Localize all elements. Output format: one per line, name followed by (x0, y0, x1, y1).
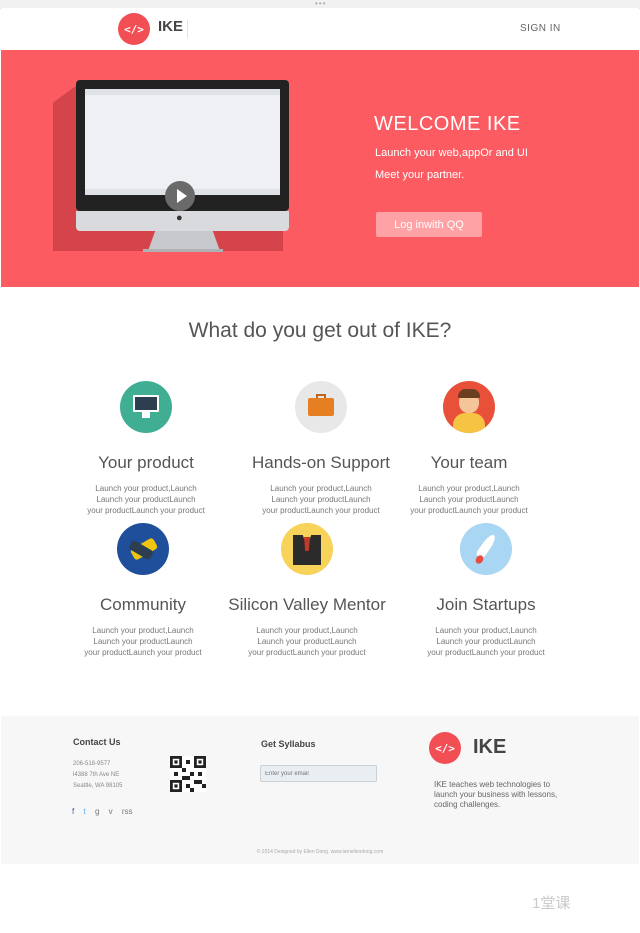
hero-subtitle-2: Meet your partner. (375, 169, 465, 181)
feature-description: Launch your product,Launch Launch your p… (87, 484, 205, 515)
sign-in-link[interactable]: SIGN IN (520, 23, 561, 34)
hero-subtitle-1: Launch your web,appOr and UI (375, 147, 528, 159)
feature-description: Launch your product,Launch Launch your p… (248, 626, 366, 657)
syllabus-heading: Get Syllabus (261, 739, 316, 749)
copyright: © 2014 Designed by Ellen Dong. www.iamel… (256, 849, 384, 855)
qr-code (170, 756, 206, 792)
contact-address-2: Seattle, WA 98105 (73, 783, 123, 789)
qq-login-button[interactable]: Log inwith QQ (376, 212, 482, 237)
briefcase-icon (295, 381, 347, 433)
feature-your-product: Your product Launch your product,Launch … (51, 381, 241, 516)
feature-title: Join Startups (436, 595, 536, 614)
footer-tagline: IKE teaches web technologies to launch y… (434, 780, 558, 809)
imac-chin: ● (76, 211, 289, 231)
contact-heading: Contact Us (73, 737, 121, 747)
feature-silicon-valley-mentor: Silicon Valley Mentor Launch your produc… (212, 523, 402, 658)
rss-icon[interactable]: rss (122, 807, 133, 816)
twitter-icon[interactable]: t (83, 807, 85, 816)
feature-join-startups: Join Startups Launch your product,Launch… (391, 523, 581, 658)
vimeo-icon[interactable]: v (109, 807, 113, 816)
imac-stand (148, 231, 220, 251)
feature-description: Launch your product,Launch Launch your p… (427, 626, 545, 657)
person-icon (443, 381, 495, 433)
feature-title: Your product (98, 453, 194, 472)
logo-icon[interactable]: </> (118, 13, 150, 45)
top-nav: </> IKE SIGN IN (1, 8, 639, 50)
feature-title: Community (100, 595, 186, 614)
footer: Contact Us 206-518-9577 l4388 7th Ave NE… (1, 716, 639, 864)
imac-display (85, 89, 280, 195)
features-heading: What do you get out of IKE? (188, 319, 452, 342)
email-field[interactable] (260, 765, 377, 782)
watermark: 1堂课 (532, 895, 571, 912)
hero-title: WELCOME IKE (374, 113, 521, 135)
contact-address-1: l4388 7th Ave NE (73, 772, 120, 778)
play-icon[interactable] (165, 181, 195, 211)
feature-community: Community Launch your product,Launch Lau… (48, 523, 238, 658)
window-handle-dots[interactable]: ••• (315, 0, 326, 8)
google-plus-icon[interactable]: g (95, 807, 99, 816)
feature-description: Launch your product,Launch Launch your p… (410, 484, 528, 515)
imac-foot (143, 249, 223, 252)
social-links: f t g v rss (72, 807, 140, 816)
facebook-icon[interactable]: f (72, 807, 74, 816)
suit-icon (281, 523, 333, 575)
handshake-icon (117, 523, 169, 575)
monitor-icon (120, 381, 172, 433)
footer-logo-text[interactable]: IKE (473, 736, 506, 759)
feature-description: Launch your product,Launch Launch your p… (84, 626, 202, 657)
rocket-icon (460, 523, 512, 575)
contact-phone: 206-518-9577 (73, 761, 111, 767)
feature-title: Your team (430, 453, 508, 472)
logo-text[interactable]: IKE (158, 18, 183, 35)
feature-title: Silicon Valley Mentor (228, 595, 386, 614)
nav-divider (187, 20, 188, 38)
apple-icon: ● (176, 212, 183, 224)
feature-your-team: Your team Launch your product,Launch Lau… (374, 381, 564, 516)
hero-banner: ● WELCOME IKE Launch your web,appOr and … (1, 50, 639, 287)
footer-logo-icon[interactable]: </> (429, 732, 461, 764)
